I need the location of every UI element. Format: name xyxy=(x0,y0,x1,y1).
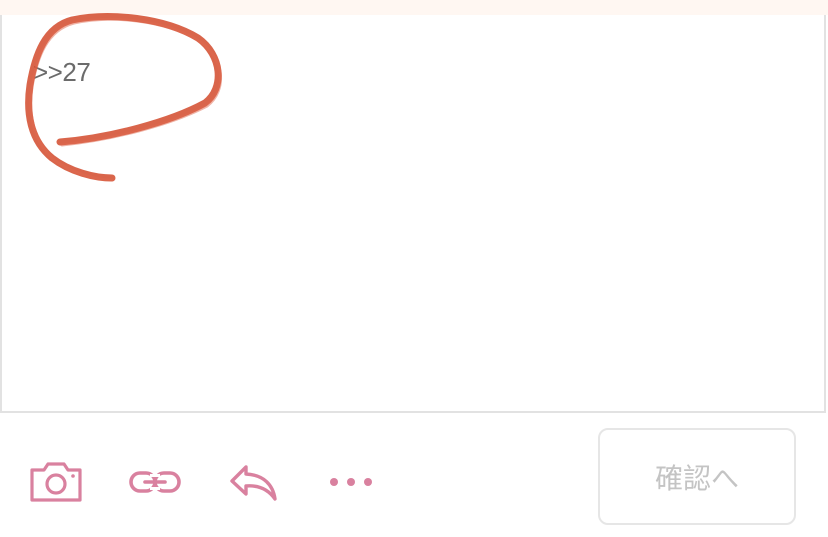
top-strip xyxy=(0,0,828,15)
camera-icon[interactable] xyxy=(27,457,85,507)
post-compose-screen: >>27 確認へ xyxy=(0,0,828,537)
confirm-button[interactable]: 確認へ xyxy=(598,428,796,525)
link-icon[interactable] xyxy=(126,457,184,507)
reply-icon[interactable] xyxy=(224,457,282,507)
more-icon[interactable] xyxy=(320,457,378,507)
compose-toolbar: 確認へ xyxy=(0,413,828,537)
editor-text: >>27 xyxy=(33,57,91,87)
post-editor[interactable]: >>27 xyxy=(0,15,826,413)
